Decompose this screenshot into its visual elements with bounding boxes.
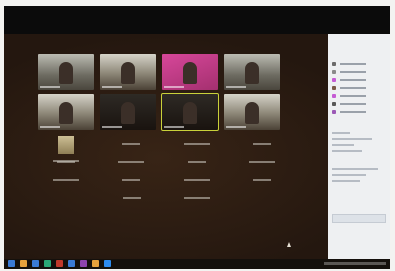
participant-video (121, 101, 135, 124)
participant-tile[interactable] (169, 176, 224, 181)
video-tile[interactable] (38, 54, 94, 90)
participant-video (245, 101, 259, 124)
panel-participant[interactable] (332, 84, 386, 92)
participant-tile[interactable] (169, 158, 224, 163)
video-tile[interactable] (224, 94, 280, 130)
panel-participant-name (340, 95, 366, 97)
avatar (332, 102, 336, 106)
panel-participant[interactable] (332, 92, 386, 100)
app-icon[interactable] (20, 260, 27, 267)
participant-tile[interactable] (169, 140, 224, 145)
video-frame-top (4, 6, 390, 34)
avatar (332, 94, 336, 98)
participants-panel (328, 34, 390, 259)
participant-name-blur (122, 197, 141, 199)
participant-video (245, 61, 259, 84)
participant-video (183, 101, 197, 124)
participant-tile[interactable] (235, 176, 290, 181)
participant-video (59, 101, 73, 124)
participant-video (183, 61, 197, 84)
panel-action-button[interactable] (332, 214, 386, 223)
panel-participant[interactable] (332, 76, 386, 84)
video-tile[interactable] (162, 54, 218, 90)
participant-tile[interactable] (104, 158, 159, 163)
profile-picture (57, 136, 74, 154)
participant-name-blur (56, 161, 75, 163)
participant-name-blur (249, 161, 276, 163)
panel-participant[interactable] (332, 68, 386, 76)
participant-video (59, 61, 73, 84)
participant-name-label (40, 86, 60, 88)
participant-name-blur (183, 179, 210, 181)
mouse-pointer-icon (287, 242, 291, 247)
avatar (332, 110, 336, 114)
app-icon[interactable] (32, 260, 39, 267)
system-tray (324, 262, 386, 265)
panel-participant-name (340, 63, 366, 65)
participant-tile[interactable] (235, 140, 290, 145)
meeting-window (4, 34, 390, 259)
app-icon[interactable] (8, 260, 15, 267)
participant-name-label (102, 126, 122, 128)
taskbar-icons (8, 260, 111, 267)
name-row (38, 158, 290, 176)
panel-participant-name (340, 103, 366, 105)
participant-name-blur (183, 197, 210, 199)
participant-name-blur (253, 179, 272, 181)
video-tile[interactable] (38, 94, 94, 130)
avatar (332, 86, 336, 90)
participant-name-blur (187, 161, 206, 163)
panel-participant[interactable] (332, 60, 386, 68)
participant-name-label (40, 126, 60, 128)
participant-name-label (226, 126, 246, 128)
participant-name-label (164, 126, 184, 128)
avatar (332, 62, 336, 66)
participant-name-blur (122, 179, 141, 181)
participant-name-blur (118, 161, 145, 163)
app-icon[interactable] (80, 260, 87, 267)
panel-section (332, 128, 386, 156)
participant-list (332, 60, 386, 116)
participant-name-blur (253, 143, 272, 145)
participant-name-label (226, 86, 246, 88)
app-icon[interactable] (68, 260, 75, 267)
participant-tile[interactable] (104, 194, 159, 199)
participant-tile[interactable] (235, 158, 290, 163)
panel-participant-name (340, 79, 366, 81)
app-icon[interactable] (104, 260, 111, 267)
participant-name-label (164, 86, 184, 88)
participant-name-blur (122, 143, 141, 145)
name-row (38, 194, 290, 212)
name-only-participants (38, 136, 290, 212)
name-row (38, 136, 290, 162)
app-icon[interactable] (44, 260, 51, 267)
participant-tile[interactable] (169, 194, 224, 199)
participant-name-blur (183, 143, 210, 145)
participant-tile[interactable] (104, 140, 159, 145)
name-row (38, 176, 290, 194)
video-tile[interactable] (224, 54, 280, 90)
participant-tile[interactable] (38, 176, 93, 181)
video-gallery (38, 54, 280, 131)
panel-participant-name (340, 71, 366, 73)
video-tile[interactable] (100, 94, 156, 130)
avatar (332, 70, 336, 74)
app-icon[interactable] (56, 260, 63, 267)
avatar (332, 78, 336, 82)
video-tile[interactable] (161, 93, 219, 131)
participant-name-blur (52, 179, 79, 181)
taskbar (4, 259, 390, 269)
panel-participant[interactable] (332, 108, 386, 116)
participant-tile[interactable] (38, 158, 93, 163)
panel-participant-name (340, 111, 366, 113)
video-tile[interactable] (100, 54, 156, 90)
app-icon[interactable] (92, 260, 99, 267)
participant-tile[interactable] (104, 176, 159, 181)
panel-participant[interactable] (332, 100, 386, 108)
panel-section-2 (332, 164, 386, 186)
participant-name-label (102, 86, 122, 88)
participant-video (121, 61, 135, 84)
panel-participant-name (340, 87, 366, 89)
